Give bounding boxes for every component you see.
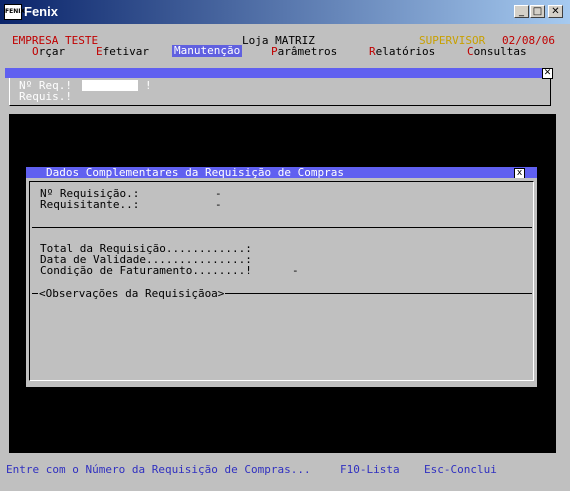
menu-label: fetivar [102,45,149,58]
req-end-mark: ! [145,79,152,92]
menu-label: elatórios [375,45,436,58]
close-button[interactable]: ✕ [548,5,563,18]
faturamento-label: Condição de Faturamento........! [40,264,252,277]
menu-label: onsultas [473,45,527,58]
observacoes-title: <Observações da Requisiçãoa> [38,287,226,300]
menu-parametros[interactable]: Parâmetros [271,46,337,58]
req-number-input[interactable] [82,80,138,91]
app-icon: FENIX [4,4,25,20]
menu-hotkey: O [32,45,39,58]
separator-1 [32,227,532,228]
status-message: Entre com o Número da Requisição de Comp… [6,463,311,476]
title-bar[interactable] [0,0,570,24]
menu-label: rçar [38,45,66,58]
menu-hotkey: P [271,45,278,58]
menu-efetivar[interactable]: Efetivar [96,46,149,58]
dialog-frame [29,181,534,381]
menu-hotkey: C [467,45,474,58]
menu-hotkey: E [96,45,103,58]
esc-hint: Esc-Conclui [424,463,497,476]
requisitante-value: - [215,198,222,211]
form-title-bar[interactable] [5,68,552,78]
menu-relatorios[interactable]: Relatórios [369,46,435,58]
maximize-button[interactable]: □ [530,5,545,18]
window-title: Fenix [24,4,58,19]
menu-consultas[interactable]: Consultas [467,46,527,58]
minimize-button[interactable]: _ [514,5,529,18]
menu-manutencao[interactable]: Manutenção [172,45,243,57]
requisitante-label: Requisitante..: [40,198,140,211]
menu-label: arâmetros [277,45,338,58]
menu-orcar[interactable]: Orçar [32,46,65,58]
f10-hint: F10-Lista [340,463,400,476]
requis-label: Requis.! [19,90,72,103]
faturamento-value: - [292,264,299,277]
menu-hotkey: R [369,45,376,58]
